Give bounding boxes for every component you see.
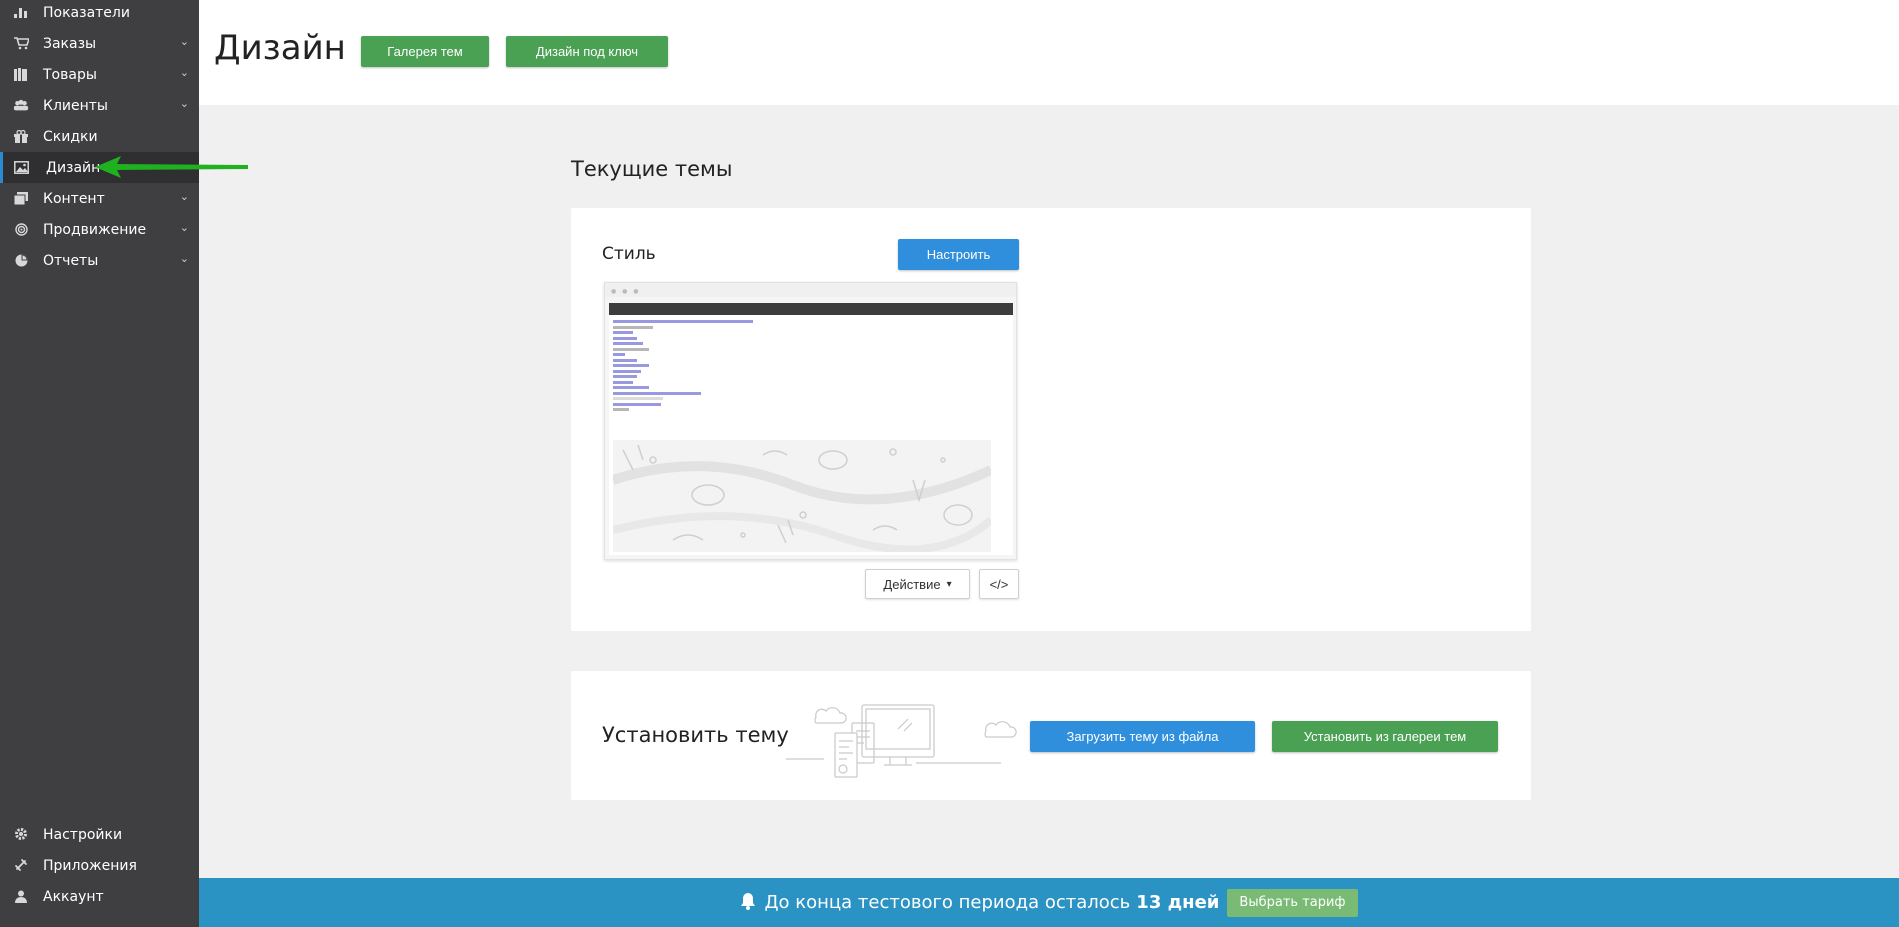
bar-chart-icon [13, 5, 29, 19]
preview-window-bar [605, 283, 1016, 297]
sidebar-item-label: Настройки [43, 826, 123, 843]
theme-preview[interactable]: ● ● ● [604, 282, 1017, 560]
trial-text: До конца тестового периода осталось [764, 892, 1131, 913]
gear-icon [13, 827, 29, 841]
trial-days: 13 дней [1136, 892, 1220, 913]
sidebar-item-clients[interactable]: Клиенты ⌄ [0, 90, 199, 121]
configure-button[interactable]: Настроить [898, 239, 1019, 270]
sidebar-item-label: Отчеты [43, 252, 99, 269]
current-themes-title: Текущие темы [571, 157, 733, 181]
action-label: Действие [883, 576, 941, 592]
page-header: Дизайн Галерея тем Дизайн под ключ [199, 0, 1899, 105]
chevron-down-icon: ▾ [946, 578, 952, 590]
install-from-gallery-button[interactable]: Установить из галереи тем [1272, 721, 1498, 752]
chevron-down-icon: ⌄ [179, 221, 189, 234]
chevron-down-icon: ⌄ [179, 35, 189, 48]
sidebar-item-label: Товары [43, 66, 97, 83]
install-theme-title: Установить тему [602, 723, 789, 747]
turnkey-design-button[interactable]: Дизайн под ключ [506, 36, 668, 67]
sidebar-item-label: Заказы [43, 35, 97, 52]
gift-icon [13, 129, 29, 143]
sidebar-item-apps[interactable]: Приложения [0, 850, 199, 881]
pages-icon [13, 191, 29, 205]
sidebar-item-label: Клиенты [43, 97, 108, 114]
chevron-down-icon: ⌄ [179, 66, 189, 79]
sidebar-item-dashboard[interactable]: Показатели [0, 0, 199, 28]
current-theme-card: Стиль Настроить ● ● ● Действие ▾ </> [571, 208, 1531, 631]
preview-food-pattern [613, 440, 991, 552]
user-icon [13, 889, 29, 903]
trial-banner: До конца тестового периода осталось 13 д… [199, 878, 1899, 927]
sidebar-item-label: Показатели [43, 4, 130, 21]
users-icon [13, 98, 29, 112]
sidebar-item-reports[interactable]: Отчеты ⌄ [0, 245, 199, 276]
image-icon [13, 160, 29, 174]
annotation-arrow [95, 156, 248, 178]
target-icon [13, 222, 29, 236]
computer-illustration [786, 704, 1017, 778]
preview-link-lines [613, 320, 813, 414]
sidebar-item-label: Продвижение [43, 221, 147, 238]
window-dots-icon: ● ● ● [611, 288, 641, 295]
preview-page [609, 315, 1013, 555]
sidebar-item-label: Контент [43, 190, 105, 207]
sidebar-item-account[interactable]: Аккаунт [0, 881, 199, 912]
page-title: Дизайн [214, 28, 346, 68]
upload-theme-button[interactable]: Загрузить тему из файла [1030, 721, 1255, 752]
sidebar-item-label: Аккаунт [43, 888, 104, 905]
sidebar-item-label: Приложения [43, 857, 137, 874]
choose-tariff-button[interactable]: Выбрать тариф [1227, 888, 1358, 917]
pie-chart-icon [13, 253, 29, 267]
preview-top-strip [609, 303, 1013, 315]
sidebar-item-content[interactable]: Контент ⌄ [0, 183, 199, 214]
sidebar-item-orders[interactable]: Заказы ⌄ [0, 28, 199, 59]
sidebar-item-products[interactable]: Товары ⌄ [0, 59, 199, 90]
theme-gallery-button[interactable]: Галерея тем [361, 36, 489, 67]
code-edit-button[interactable]: </> [979, 569, 1019, 599]
action-dropdown[interactable]: Действие ▾ [865, 569, 970, 599]
sidebar-item-label: Скидки [43, 128, 98, 145]
theme-name: Стиль [602, 244, 656, 264]
sidebar: Показатели Заказы ⌄ Товары ⌄ Клиенты ⌄ С… [0, 0, 199, 927]
chevron-down-icon: ⌄ [179, 97, 189, 110]
chevron-down-icon: ⌄ [179, 190, 189, 203]
cart-icon [13, 36, 29, 50]
sidebar-item-discounts[interactable]: Скидки [0, 121, 199, 152]
chevron-down-icon: ⌄ [179, 252, 189, 265]
bell-icon [740, 892, 756, 914]
install-theme-card: Установить тему Загрузить тему из файла … [571, 671, 1531, 800]
sidebar-item-promotion[interactable]: Продвижение ⌄ [0, 214, 199, 245]
sidebar-item-settings[interactable]: Настройки [0, 819, 199, 850]
books-icon [13, 67, 29, 81]
puzzle-icon [13, 858, 29, 872]
